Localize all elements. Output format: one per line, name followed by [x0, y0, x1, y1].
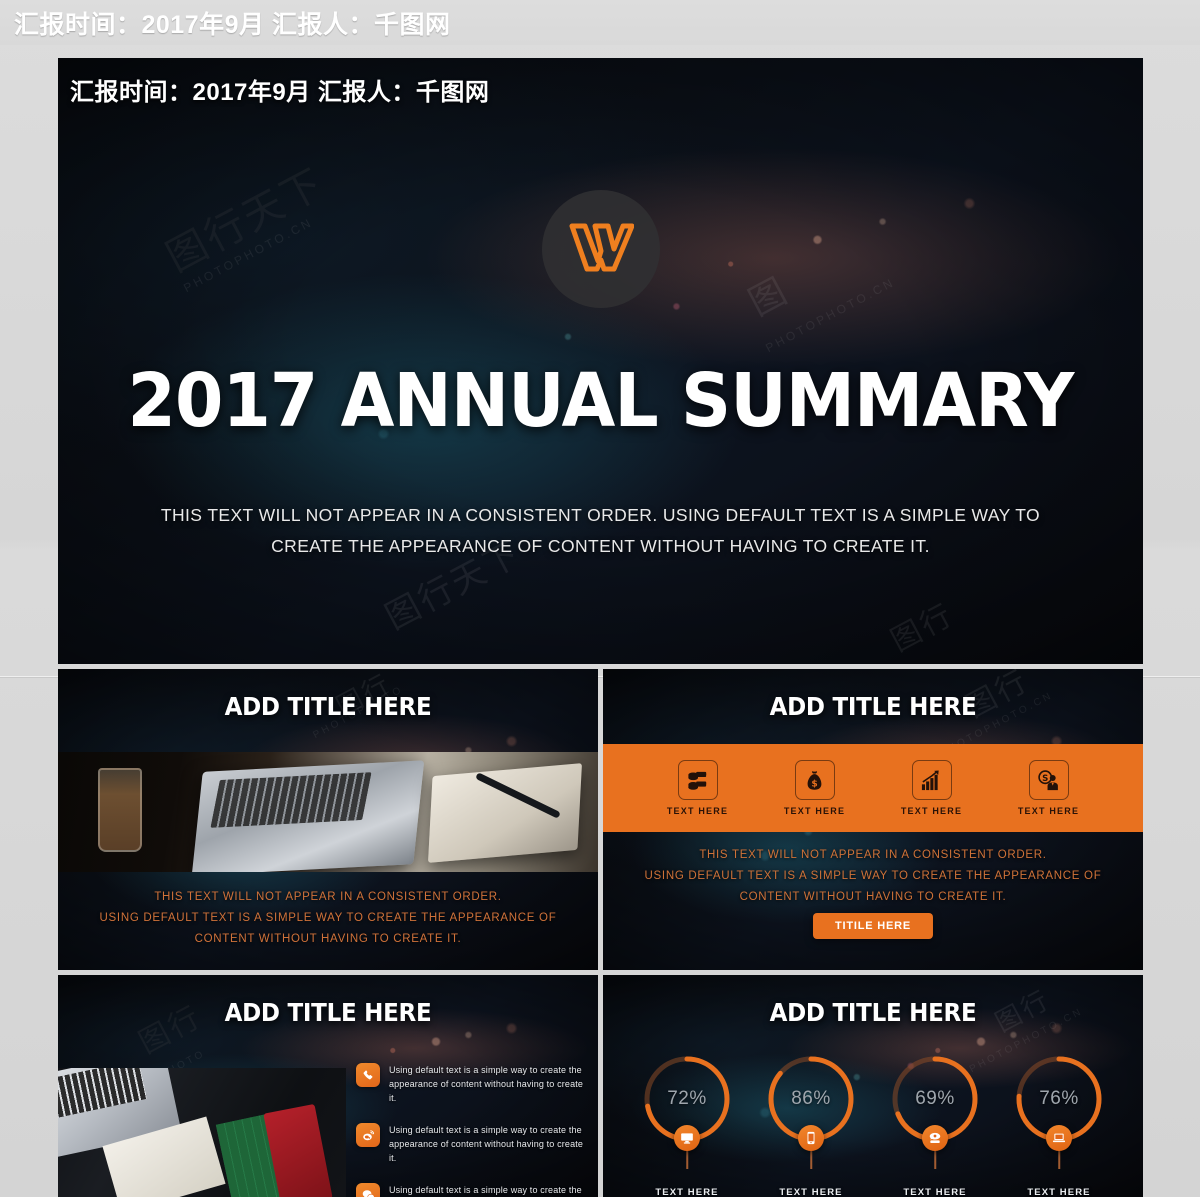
gauge-percent: 72% [667, 1088, 707, 1109]
panel-caption: THIS TEXT WILL NOT APPEAR IN A CONSISTEN… [635, 845, 1111, 908]
keyboard-icon [210, 772, 372, 828]
svg-text:$: $ [811, 779, 817, 789]
icon-cell-person-dollar[interactable]: S TEXT HERE [1007, 760, 1091, 816]
gauge-percent: 76% [1039, 1088, 1079, 1109]
list-item-text: Using default text is a simple way to cr… [389, 1065, 584, 1103]
gauge-label: TEXT HERE [1027, 1187, 1091, 1197]
hero-title: 2017 ANNUAL SUMMARY [127, 358, 1075, 444]
slide-gauges[interactable]: 图行 PHOTOPHOTO.CN ADD TITLE HERE 72% [603, 975, 1143, 1197]
gauge-item[interactable]: 86% TEXT HERE [755, 1053, 867, 1197]
icon-cell-label: TEXT HERE [783, 806, 846, 816]
top-banner: 汇报时间：2017年9月 汇报人：千图网 [0, 0, 1200, 45]
list-item[interactable]: Using default text is a simple way to cr… [356, 1063, 588, 1105]
chat-bubble-icon [356, 1183, 380, 1197]
panel-title: ADD TITLE HERE [224, 692, 432, 721]
gauge-stem [934, 1151, 936, 1169]
panel-title: ADD TITLE HERE [769, 692, 977, 721]
mobile-phone-icon [798, 1125, 824, 1151]
icon-cell-growth[interactable]: TEXT HERE [890, 760, 974, 816]
svg-text:S: S [1042, 773, 1048, 783]
phone-call-icon [356, 1063, 380, 1087]
gauge-item[interactable]: 76% TEXT HERE [1003, 1053, 1115, 1197]
list-item[interactable]: Using default text is a simple way to cr… [356, 1183, 588, 1197]
desktop-monitor-icon [674, 1125, 700, 1151]
panel-caption-line-1: THIS TEXT WILL NOT APPEAR IN A CONSISTEN… [699, 849, 1047, 861]
wps-logo-badge [541, 190, 660, 308]
title-here-button[interactable]: TITILE HERE [812, 913, 934, 939]
slide-photo-bullets[interactable]: 图行 PHOTOPHOTO ADD TITLE HERE Using d [58, 975, 598, 1197]
icon-cell-cash[interactable]: TEXT HERE [656, 760, 740, 816]
gauge-label: TEXT HERE [903, 1187, 967, 1197]
laptop-icon [1046, 1125, 1072, 1151]
slide-row-3: 图行 PHOTOPHOTO ADD TITLE HERE Using d [58, 975, 1143, 1197]
gauge-stem [686, 1151, 688, 1169]
bullet-list: Using default text is a simple way to cr… [356, 1063, 588, 1197]
hero-subtitle-line-2: CREATE THE APPEARANCE OF CONTENT WITHOUT… [271, 536, 930, 556]
icon-cell-label: TEXT HERE [1017, 806, 1080, 816]
hero-report-meta: 汇报时间：2017年9月 汇报人：千图网 [70, 79, 490, 106]
gauge-stem [810, 1151, 812, 1169]
money-bag-icon: $ [794, 760, 835, 800]
gauge-item[interactable]: 72% TEXT HERE [631, 1053, 743, 1197]
panel-caption-line-3: CONTENT WITHOUT HAVING TO CREATE IT. [739, 891, 1007, 903]
gauge-chart: 72% TEXT HERE 86% TEXT HERE 69% TEXT HER… [625, 1053, 1121, 1197]
orange-icon-bar: TEXT HERE $ TEXT HERE TEXT HERE S TEXT H… [603, 744, 1143, 832]
panel-caption-line-2: USING DEFAULT TEXT IS A SIMPLE WAY TO CR… [99, 912, 557, 924]
list-item-text: Using default text is a simple way to cr… [389, 1125, 584, 1163]
icon-cell-label: TEXT HERE [666, 806, 729, 816]
slide-hero[interactable]: 图行天下 PHOTOPHOTO.CN 图 PHOTOPHOTO.CN 图行天下 … [58, 58, 1143, 664]
hero-subtitle: THIS TEXT WILL NOT APPEAR IN A CONSISTEN… [153, 500, 1048, 562]
icon-cell-money-bag[interactable]: $ TEXT HERE [773, 760, 857, 816]
coffee-glass-icon [98, 768, 142, 852]
panel-caption-line-2: USING DEFAULT TEXT IS A SIMPLE WAY TO CR… [644, 870, 1102, 882]
panel-caption: THIS TEXT WILL NOT APPEAR IN A CONSISTEN… [98, 887, 558, 950]
icon-cell-label: TEXT HERE [900, 806, 963, 816]
list-item[interactable]: Using default text is a simple way to cr… [356, 1123, 588, 1165]
panel-title: ADD TITLE HERE [769, 998, 977, 1027]
person-dollar-icon: S [1028, 760, 1069, 800]
slide-photo-caption[interactable]: 图行 PHOTOPHOTO ADD TITLE HERE THIS TEXT W… [58, 669, 598, 970]
slide-row-2: 图行 PHOTOPHOTO ADD TITLE HERE THIS TEXT W… [58, 669, 1143, 970]
wps-w-logo-icon [568, 221, 634, 278]
gauge-label: TEXT HERE [655, 1187, 719, 1197]
top-banner-text: 汇报时间：2017年9月 汇报人：千图网 [14, 10, 451, 39]
gauge-percent: 86% [791, 1088, 831, 1109]
cash-stack-icon [677, 760, 718, 800]
weibo-icon [356, 1123, 380, 1147]
panel-caption-line-1: THIS TEXT WILL NOT APPEAR IN A CONSISTEN… [154, 891, 502, 903]
slide-deck: 图行天下 PHOTOPHOTO.CN 图 PHOTOPHOTO.CN 图行天下 … [58, 58, 1143, 1197]
gauge-percent: 69% [915, 1088, 955, 1109]
gauge-label: TEXT HERE [779, 1187, 843, 1197]
slide-icon-bar[interactable]: 图行 PHOTOPHOTO.CN 图行 ADD TITLE HERE [603, 669, 1143, 970]
gauge-item[interactable]: 69% TEXT HERE [879, 1053, 991, 1197]
hero-subtitle-line-1: THIS TEXT WILL NOT APPEAR IN A CONSISTEN… [160, 505, 1041, 525]
panel-caption-line-3: CONTENT WITHOUT HAVING TO CREATE IT. [194, 933, 462, 945]
desk-photo [58, 752, 598, 872]
list-item-text: Using default text is a simple way to cr… [389, 1185, 582, 1195]
growth-chart-icon [911, 760, 952, 800]
panel-title: ADD TITLE HERE [224, 998, 432, 1027]
gauge-stem [1058, 1151, 1060, 1169]
desk-tools-photo [58, 1068, 346, 1197]
telephone-icon [922, 1125, 948, 1151]
